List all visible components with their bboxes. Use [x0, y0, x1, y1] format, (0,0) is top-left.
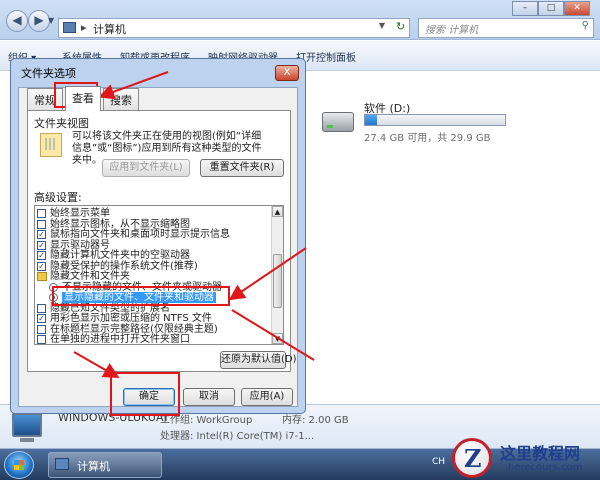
watermark-title: 这里教程网: [500, 444, 581, 463]
advanced-setting-row[interactable]: ✓ 隐藏计算机文件夹中的空驱动器: [35, 250, 273, 261]
apply-button[interactable]: 应用(A): [241, 388, 293, 406]
setting-label: 隐藏文件和文件夹: [50, 271, 130, 282]
setting-checkbox[interactable]: [37, 209, 46, 218]
restore-defaults-button[interactable]: 还原为默认值(D): [220, 351, 297, 369]
setting-checkbox[interactable]: ✓: [37, 314, 46, 323]
setting-label: 在标题栏显示完整路径(仅限经典主题): [50, 323, 218, 335]
taskbar-item-label: 计算机: [77, 460, 110, 473]
drive-d-item[interactable]: 软件 (D:) 27.4 GB 可用，共 29.9 GB: [322, 98, 522, 148]
dialog-close-button[interactable]: X: [275, 65, 299, 81]
site-watermark: Z 这里教程网 herecours.com: [450, 436, 600, 480]
hard-drive-icon: [322, 112, 354, 132]
highlight-ok-button: [110, 372, 180, 416]
setting-checkbox[interactable]: ✓: [37, 230, 46, 239]
breadcrumb-computer[interactable]: 计算机: [93, 21, 126, 37]
advanced-list-scrollbar[interactable]: ▲ ▼: [271, 206, 283, 344]
setting-label: 显示驱动器号: [50, 239, 110, 251]
drive-usage-fill: [365, 115, 377, 125]
advanced-setting-row[interactable]: ✓ 显示驱动器号: [35, 240, 273, 251]
advanced-setting-row[interactable]: 始终显示图标，从不显示缩略图: [35, 219, 273, 230]
maximize-button[interactable]: □: [538, 1, 564, 16]
minimize-button[interactable]: –: [512, 1, 538, 16]
setting-checkbox[interactable]: ✓: [37, 251, 46, 260]
breadcrumb-separator-icon[interactable]: ▸: [81, 21, 87, 34]
setting-checkbox[interactable]: [37, 219, 46, 229]
recent-pages-dropdown[interactable]: ▼: [48, 16, 54, 25]
refresh-icon[interactable]: ↻: [396, 20, 410, 36]
setting-checkbox[interactable]: [37, 303, 46, 313]
address-bar[interactable]: ▸ 计算机 ▼: [58, 18, 410, 38]
language-indicator[interactable]: CH: [432, 457, 445, 467]
setting-label: 始终显示图标，从不显示缩略图: [50, 218, 190, 230]
watermark-logo-icon: Z: [452, 438, 492, 478]
advanced-setting-row[interactable]: 在单独的进程中打开文件夹窗口: [35, 334, 273, 345]
setting-checkbox[interactable]: ✓: [37, 261, 46, 271]
setting-checkbox[interactable]: [37, 324, 46, 334]
setting-label: 始终显示菜单: [50, 208, 110, 219]
back-button[interactable]: ◀: [6, 10, 28, 32]
highlight-show-hidden-option: [52, 286, 230, 306]
advanced-setting-row[interactable]: ✓ 鼠标指向文件夹和桌面项时显示提示信息: [35, 229, 273, 240]
close-window-button[interactable]: ✕: [564, 1, 590, 16]
folder-options-dialog: 文件夹选项 X 常规 查看 搜索 文件夹视图 可以将该文件夹正在使用的视图(例如…: [10, 58, 306, 414]
view-tab-panel: 文件夹视图 可以将该文件夹正在使用的视图(例如“详细信息”或“图标”)应用到所有…: [27, 110, 297, 372]
search-placeholder: 搜索 计算机: [425, 25, 479, 36]
folder-view-icon: [40, 133, 62, 157]
scroll-down-icon[interactable]: ▼: [272, 333, 283, 344]
cancel-button[interactable]: 取消: [183, 388, 235, 406]
reset-folders-button[interactable]: 重置文件夹(R): [200, 159, 284, 177]
advanced-settings-list[interactable]: 在单独的进程中打开文件夹窗口 在标题栏显示完整路径(仅限经典主题) ✓ 用彩色显示加密…: [34, 205, 284, 345]
folder-views-title: 文件夹视图: [34, 117, 89, 130]
apply-to-folders-button[interactable]: 应用到文件夹(L): [102, 159, 190, 177]
drive-usage-bar: [364, 114, 506, 126]
scroll-thumb[interactable]: [273, 254, 282, 308]
advanced-setting-row[interactable]: 始终显示菜单: [35, 208, 273, 219]
advanced-setting-row[interactable]: 隐藏文件和文件夹: [35, 271, 273, 282]
dialog-body: 常规 查看 搜索 文件夹视图 可以将该文件夹正在使用的视图(例如“详细信息”或“…: [18, 86, 298, 407]
taskbar-item-computer[interactable]: 计算机: [48, 452, 162, 478]
advanced-setting-row[interactable]: ✓ 用彩色显示加密或压缩的 NTFS 文件: [35, 313, 273, 324]
setting-checkbox[interactable]: [37, 335, 46, 344]
setting-label: 隐藏计算机文件夹中的空驱动器: [50, 250, 190, 261]
tab-view[interactable]: 查看: [65, 86, 101, 111]
drive-free-space: 27.4 GB 可用，共 29.9 GB: [364, 133, 491, 144]
tab-search[interactable]: 搜索: [103, 88, 139, 110]
processor-info: 处理器: Intel(R) Core(TM) i7-1...: [160, 431, 315, 442]
explorer-titlebar: ◀ ▶ ▼ ▸ 计算机 ▼ ↻ 搜索 计算机 ⚲ – □ ✕: [0, 0, 600, 40]
advanced-setting-row[interactable]: ✓ 隐藏受保护的操作系统文件(推荐): [35, 261, 273, 272]
start-button[interactable]: [4, 451, 34, 479]
setting-checkbox[interactable]: ✓: [37, 240, 46, 250]
setting-label: 鼠标指向文件夹和桌面项时显示提示信息: [50, 229, 230, 240]
watermark-url: herecours.com: [508, 462, 583, 473]
search-icon[interactable]: ⚲: [582, 20, 589, 31]
dialog-title: 文件夹选项: [21, 67, 76, 80]
forward-button[interactable]: ▶: [28, 10, 50, 32]
folder-icon: [37, 272, 47, 281]
search-input[interactable]: 搜索 计算机 ⚲: [418, 18, 594, 38]
address-dropdown-icon[interactable]: ▼: [379, 21, 385, 30]
computer-icon: [63, 22, 76, 33]
computer-icon: [55, 458, 69, 470]
window-controls: – □ ✕: [512, 0, 596, 16]
computer-icon: [12, 413, 42, 442]
scroll-up-icon[interactable]: ▲: [272, 206, 283, 217]
setting-label: 在单独的进程中打开文件夹窗口: [50, 334, 190, 345]
setting-label: 用彩色显示加密或压缩的 NTFS 文件: [50, 313, 212, 324]
advanced-settings-label: 高级设置:: [34, 191, 82, 204]
advanced-setting-row[interactable]: 在标题栏显示完整路径(仅限经典主题): [35, 324, 273, 335]
setting-label: 隐藏受保护的操作系统文件(推荐): [50, 260, 198, 272]
